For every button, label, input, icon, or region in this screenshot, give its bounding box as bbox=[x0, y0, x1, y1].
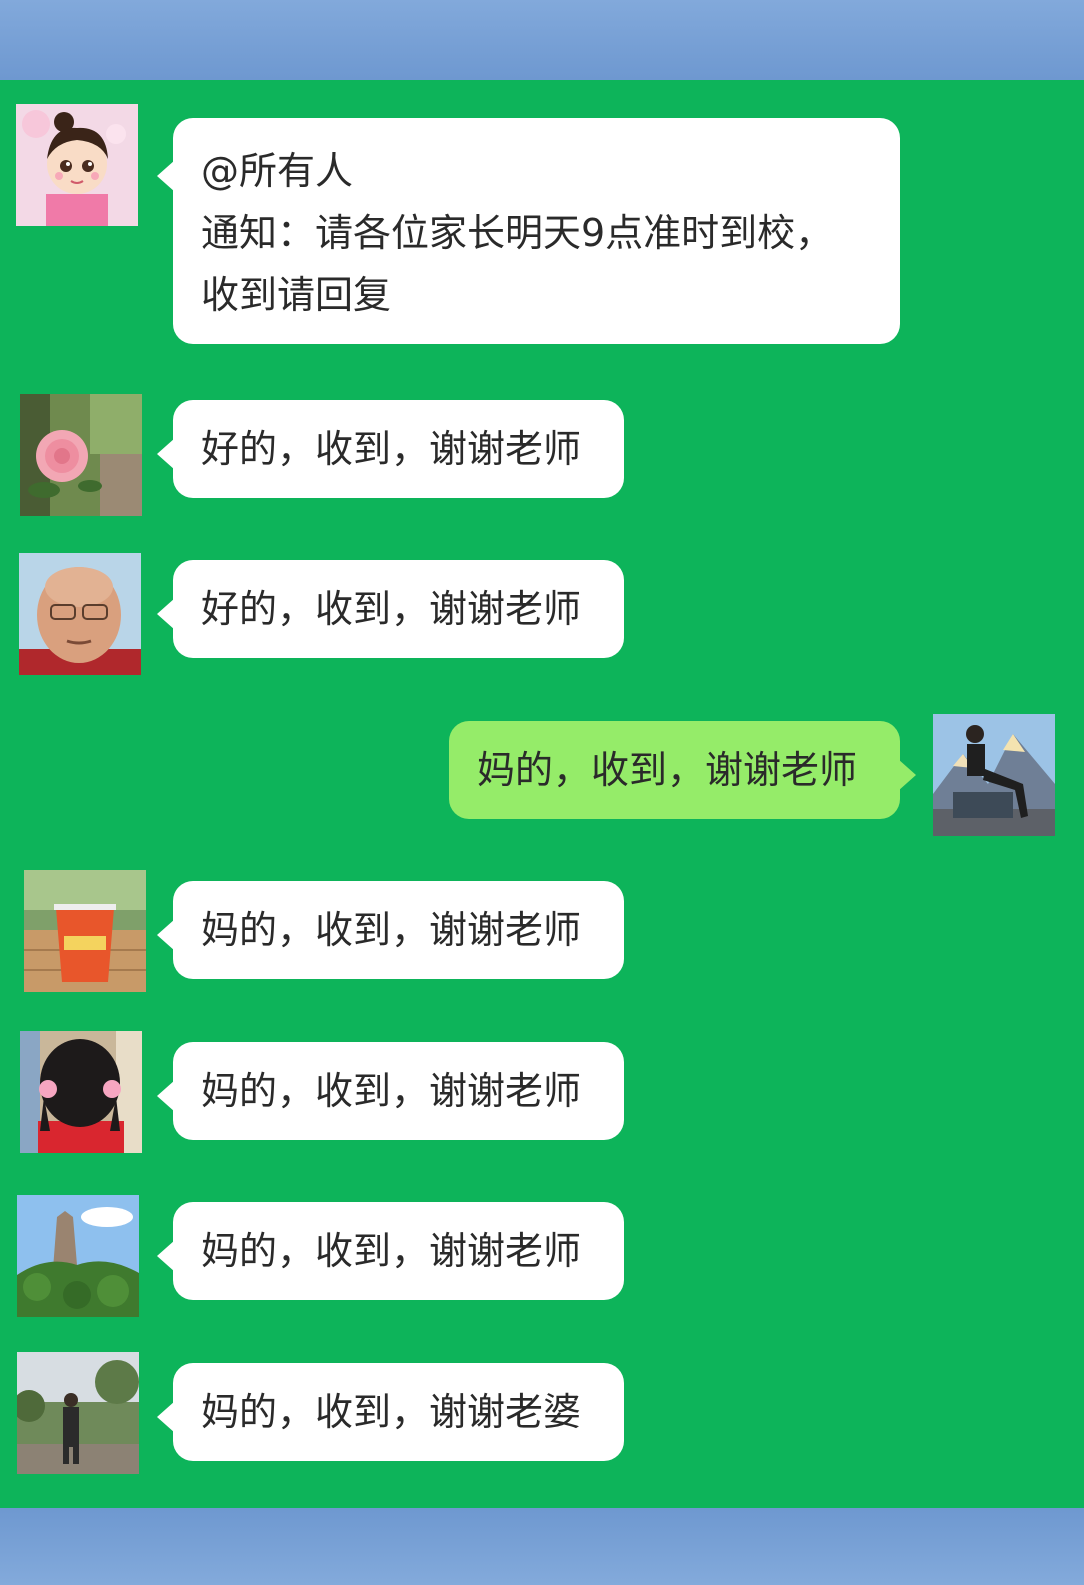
drink-cup-avatar[interactable] bbox=[24, 870, 146, 992]
mountain-man-avatar[interactable] bbox=[933, 714, 1055, 836]
top-frame-band bbox=[0, 0, 1084, 80]
message-text: 妈的，收到，谢谢老师 bbox=[201, 1069, 582, 1113]
message-text: 妈的，收到，谢谢老师 bbox=[477, 748, 858, 792]
message-bubble[interactable]: @所有人 通知：请各位家长明天9点准时到校， 收到请回复 bbox=[157, 118, 900, 344]
message-text: 好的，收到，谢谢老师 bbox=[201, 427, 582, 471]
message-bubble[interactable]: 妈的，收到，谢谢老师 bbox=[157, 1202, 624, 1300]
message-text: 妈的，收到，谢谢老师 bbox=[201, 908, 582, 952]
rock-peak-avatar[interactable] bbox=[17, 1195, 139, 1317]
message-bubble[interactable]: 妈的，收到，谢谢老婆 bbox=[157, 1363, 624, 1461]
message-text: 好的，收到，谢谢老师 bbox=[201, 587, 582, 631]
message-bubble[interactable]: 妈的，收到，谢谢老师 bbox=[157, 881, 624, 979]
garden-man-avatar[interactable] bbox=[17, 1352, 139, 1474]
message-bubble[interactable]: 好的，收到，谢谢老师 bbox=[157, 560, 624, 658]
rose-avatar[interactable] bbox=[20, 394, 142, 516]
bottom-frame-band bbox=[0, 1508, 1084, 1585]
message-text: 妈的，收到，谢谢老师 bbox=[201, 1229, 582, 1273]
message-bubble[interactable]: 好的，收到，谢谢老师 bbox=[157, 400, 624, 498]
message-bubble-outgoing[interactable]: 妈的，收到，谢谢老师 bbox=[449, 721, 916, 819]
girl-back-avatar[interactable] bbox=[20, 1031, 142, 1153]
elderly-man-avatar[interactable] bbox=[19, 553, 141, 675]
message-line: @所有人 bbox=[201, 149, 354, 193]
message-line: 通知：请各位家长明天9点准时到校， bbox=[201, 211, 834, 255]
message-bubble[interactable]: 妈的，收到，谢谢老师 bbox=[157, 1042, 624, 1140]
message-line: 收到请回复 bbox=[201, 273, 392, 317]
cartoon-girl-avatar[interactable] bbox=[16, 104, 138, 226]
message-text: 妈的，收到，谢谢老婆 bbox=[201, 1390, 582, 1434]
chat-message-list[interactable]: @所有人 通知：请各位家长明天9点准时到校， 收到请回复 好的，收到，谢谢老师 bbox=[0, 80, 1084, 1508]
